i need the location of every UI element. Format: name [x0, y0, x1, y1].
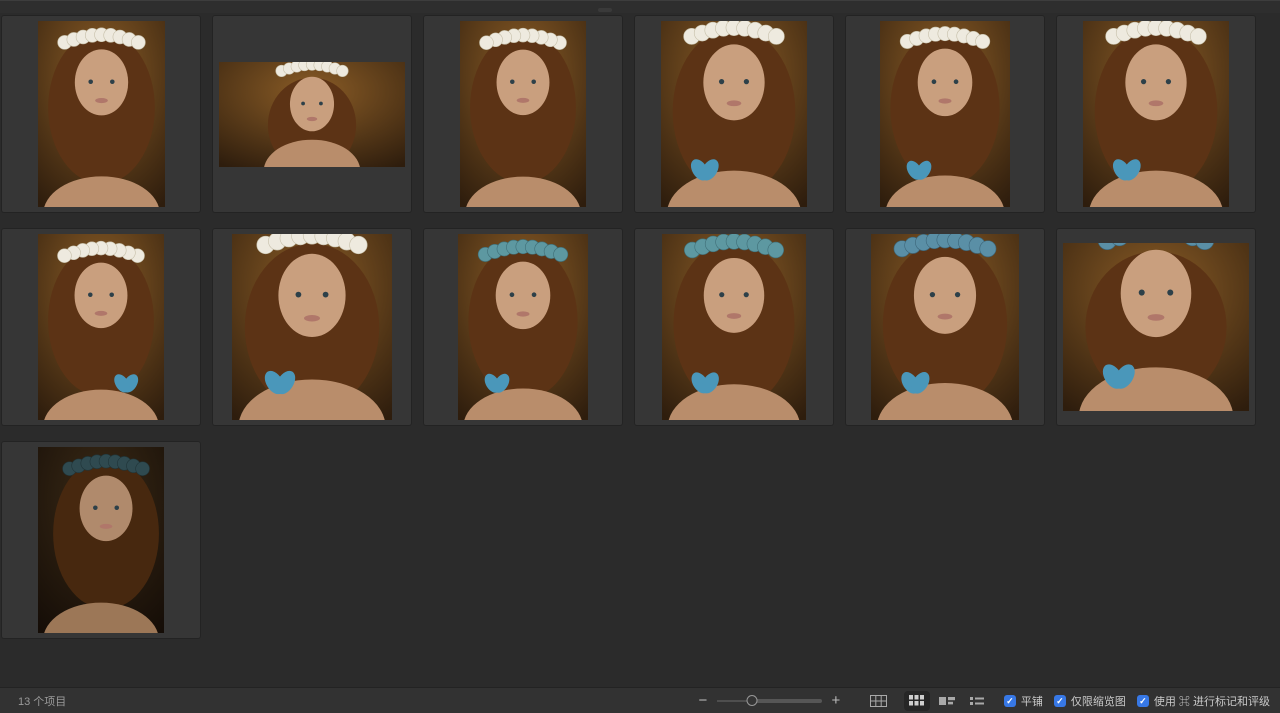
photo-thumbnail-card[interactable]	[213, 16, 411, 212]
status-bar: 13 个项目 − +	[0, 687, 1280, 713]
list-view-button[interactable]	[964, 691, 990, 711]
photo-thumbnail-card[interactable]	[846, 16, 1044, 212]
portrait-thumbnail	[38, 234, 164, 420]
contact-sheet-view-button[interactable]	[866, 691, 892, 711]
contact-sheet-icon	[870, 695, 887, 707]
photo-thumbnail-card[interactable]	[424, 229, 622, 425]
thumbnail-grid	[0, 13, 1280, 687]
portrait-thumbnail	[219, 62, 405, 167]
portrait-thumbnail	[38, 447, 164, 633]
portrait-thumbnail	[232, 234, 392, 420]
divider-handle[interactable]	[598, 8, 612, 12]
tile-checkbox[interactable]: ✓	[1004, 695, 1016, 707]
photo-thumbnail-card[interactable]	[846, 229, 1044, 425]
cmd-rating-option: ✓ 使用 ⌘ 进行标记和评级	[1137, 693, 1270, 709]
zoom-out-button[interactable]: −	[695, 693, 711, 708]
portrait-thumbnail	[1063, 243, 1249, 411]
photo-thumbnail-card[interactable]	[2, 229, 200, 425]
view-mode-group	[866, 691, 990, 711]
thumbnails-only-label: 仅限缩览图	[1071, 693, 1126, 709]
thumbnails-only-checkbox[interactable]: ✓	[1054, 695, 1066, 707]
option-checkboxes: ✓ 平铺 ✓ 仅限缩览图 ✓ 使用 ⌘ 进行标记和评级	[1004, 693, 1270, 709]
portrait-thumbnail	[1083, 21, 1229, 207]
photo-thumbnail-card[interactable]	[213, 229, 411, 425]
portrait-thumbnail	[880, 21, 1010, 207]
content-view-button[interactable]	[934, 691, 960, 711]
item-count-label: 13 个项目	[18, 693, 66, 709]
photo-thumbnail-card[interactable]	[424, 16, 622, 212]
list-view-icon	[970, 696, 984, 706]
window-top-bar	[0, 0, 1280, 13]
zoom-slider-track-right	[752, 699, 822, 703]
portrait-thumbnail	[661, 21, 807, 207]
grid-view-button[interactable]	[904, 691, 930, 711]
photo-thumbnail-card[interactable]	[635, 229, 833, 425]
portrait-thumbnail	[458, 234, 588, 420]
cmd-rating-label: 使用 ⌘ 进行标记和评级	[1154, 693, 1270, 709]
thumbnails-only-option: ✓ 仅限缩览图	[1054, 693, 1126, 709]
tile-label: 平铺	[1021, 693, 1043, 709]
photo-thumbnail-card[interactable]	[1057, 229, 1255, 425]
zoom-slider-knob[interactable]	[746, 695, 757, 706]
zoom-in-button[interactable]: +	[828, 693, 844, 708]
photo-thumbnail-card[interactable]	[2, 16, 200, 212]
portrait-thumbnail	[662, 234, 806, 420]
photo-thumbnail-card[interactable]	[635, 16, 833, 212]
photo-thumbnail-card[interactable]	[2, 442, 200, 638]
tile-option: ✓ 平铺	[1004, 693, 1043, 709]
portrait-thumbnail	[460, 21, 586, 207]
zoom-slider[interactable]	[717, 694, 822, 708]
portrait-thumbnail	[38, 21, 165, 207]
status-bar-controls: − +	[695, 691, 1270, 711]
content-view-icon	[939, 696, 955, 706]
cmd-rating-checkbox[interactable]: ✓	[1137, 695, 1149, 707]
portrait-thumbnail	[871, 234, 1019, 420]
photo-thumbnail-card[interactable]	[1057, 16, 1255, 212]
grid-view-icon	[909, 695, 924, 706]
